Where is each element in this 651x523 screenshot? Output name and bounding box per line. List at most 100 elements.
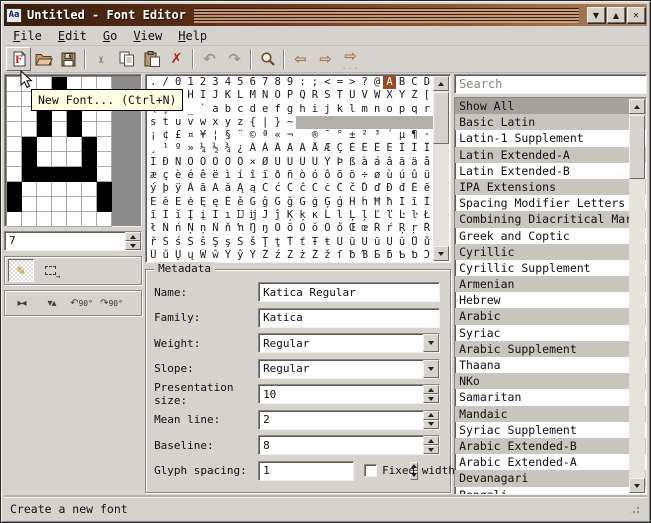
menu-help[interactable]: Help [171,27,216,45]
charmap-cell[interactable]: ĩ [408,196,420,209]
charmap-cell[interactable]: w [197,116,209,129]
charmap-cell[interactable]: Ò [184,156,196,169]
charmap-cell[interactable]: £ [172,129,184,142]
charmap-cell[interactable]: ţ [271,236,283,249]
charmap-cell[interactable]: ò [296,169,308,182]
scroll-up-button[interactable] [433,76,449,91]
glyph-pixel-7-1[interactable] [22,182,37,197]
charmap-cell[interactable]: ƃ [383,249,395,261]
charmap-cell[interactable]: ų [184,249,196,261]
family-input[interactable] [259,309,439,327]
charmap-cell[interactable]: Ç [334,142,346,155]
charmap-cell[interactable]: ® [309,129,321,142]
charmap-cell[interactable]: Ĺ [321,209,333,222]
glyph-pixel-5-4[interactable] [67,152,82,167]
charmap-cell[interactable]: ¬ [284,129,296,142]
spin-down-button[interactable] [423,445,439,454]
slope-dropdown-button[interactable] [423,360,439,378]
charmap-cell[interactable]: j [321,103,333,116]
charmap-cell[interactable]: x [209,116,221,129]
charmap-cell[interactable]: h [296,103,308,116]
charmap-cell[interactable]: ` [197,103,209,116]
glyph-pixel-8-4[interactable] [67,197,82,212]
charmap-cell[interactable]: K [222,89,234,102]
charmap-cell[interactable]: q [408,103,420,116]
charmap-cell[interactable]: 7 [259,76,271,89]
glyph-pixel-7-6[interactable] [97,182,112,197]
charmap-cell[interactable]: z [234,116,246,129]
charmap-cell[interactable]: Ţ [259,236,271,249]
minimize-button[interactable]: ▼ [587,7,605,23]
glyph-pixel-5-2[interactable] [37,152,52,167]
block-item-basic-latin[interactable]: Basic Latin [455,114,646,130]
charmap-cell[interactable]: : [296,76,308,89]
spin-up-button[interactable] [423,436,439,445]
charmap-cell[interactable]: ŭ [396,236,408,249]
charmap-cell[interactable]: ļ [359,209,371,222]
charmap-cell[interactable]: Ŏ [296,222,308,235]
charmap-cell[interactable]: r [421,103,433,116]
copy-button[interactable] [114,47,139,71]
paste-button[interactable] [139,47,164,71]
charmap-cell[interactable]: · [421,129,433,142]
glyph-pixel-9-2[interactable] [37,212,52,227]
charmap-cell[interactable]: ā [197,182,209,195]
charmap-cell[interactable]: Ģ [321,196,333,209]
charmap-cell[interactable]: ÷ [359,169,371,182]
charmap-cell[interactable]: ´ [383,129,395,142]
block-item-latin-extended-b[interactable]: Latin Extended-B [455,163,646,179]
glyph-pixel-9-0[interactable] [7,212,22,227]
block-list-scrollbar[interactable] [629,99,645,493]
glyph-pixel-9-1[interactable] [22,212,37,227]
charmap-cell[interactable]: 9 [284,76,296,89]
charmap-cell[interactable]: k [334,103,346,116]
charmap-cell[interactable]: Ñ [172,156,184,169]
charmap-cell[interactable]: D [421,76,433,89]
charmap-cell[interactable]: ĺ [334,209,346,222]
charmap-cell[interactable]: ő [334,222,346,235]
charmap-cell[interactable]: ū [371,236,383,249]
charmap-cell[interactable]: « [271,129,283,142]
charmap-cell[interactable]: ¡ [147,129,159,142]
charmap-cell[interactable]: Ÿ [247,249,259,261]
charmap-cell[interactable]: m [359,103,371,116]
charmap-selected-cell[interactable]: A [383,76,395,89]
charmap-cell[interactable]: Ļ [346,209,358,222]
charmap-cell[interactable]: Ŋ [247,222,259,235]
charmap-cell[interactable]: c [234,103,246,116]
charmap-cell[interactable]: ź [271,249,283,261]
charmap-cell[interactable]: Ă [209,182,221,195]
glyph-pixel-4-3[interactable] [52,137,67,152]
menu-edit[interactable]: Edit [51,27,96,45]
charmap-cell[interactable]: Æ [321,142,333,155]
charmap-cell[interactable]: g [284,103,296,116]
glyph-pixel-6-6[interactable] [97,167,112,182]
charmap-cell[interactable]: Ū [359,236,371,249]
spin-up-button[interactable] [125,232,141,241]
charmap-cell[interactable]: Ę [197,196,209,209]
glyph-pixel-5-6[interactable] [97,152,112,167]
charmap-cell[interactable]: ń [172,222,184,235]
pencil-tool[interactable]: ✎ [8,259,34,282]
charmap-cell[interactable]: Ł [421,209,433,222]
charmap-cell[interactable]: T [334,89,346,102]
block-item-arabic-supplement[interactable]: Arabic Supplement [455,341,646,357]
charmap-cell[interactable]: â [383,156,395,169]
charmap-cell[interactable]: < [321,76,333,89]
glyph-pixel-5-5[interactable] [82,152,97,167]
scroll-up-button[interactable] [629,99,645,114]
scroll-down-button[interactable] [629,478,645,493]
charmap-cell[interactable]: Ē [408,182,420,195]
charmap-cell[interactable]: e [259,103,271,116]
back-button[interactable]: ⇦ [288,47,313,71]
charmap-cell[interactable]: X [383,89,395,102]
charmap-cell[interactable]: ŗ [408,222,420,235]
charmap-cell[interactable]: / [160,76,172,89]
charmap-cell[interactable]: = [334,76,346,89]
charmap-cell[interactable]: ú [396,169,408,182]
charmap-cell[interactable]: Ě [222,196,234,209]
block-item-arabic-extended-b[interactable]: Arabic Extended-B [455,438,646,454]
charmap-cell[interactable]: Ĭ [160,209,172,222]
glyph-pixel-3-0[interactable] [7,122,22,137]
glyph-pixel-4-6[interactable] [97,137,112,152]
